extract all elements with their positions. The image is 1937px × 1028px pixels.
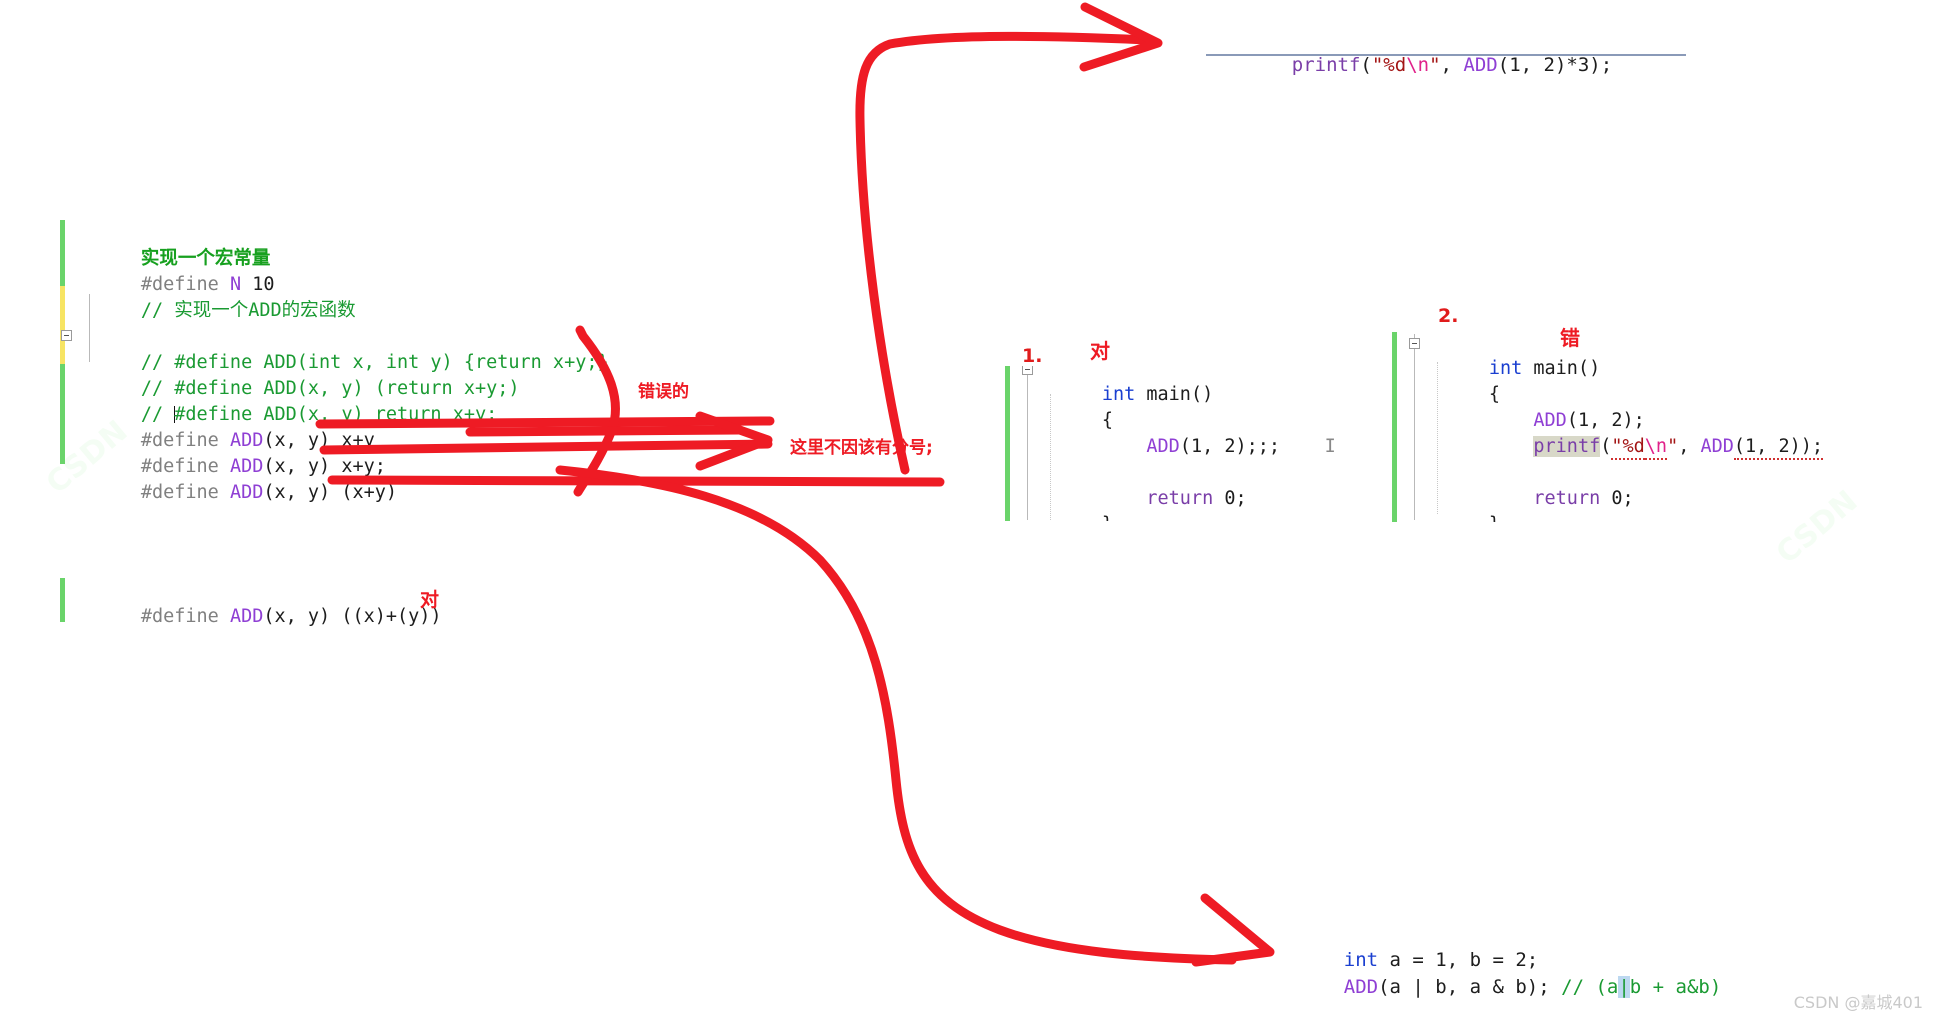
printf-escape-token: \n bbox=[1406, 54, 1430, 76]
ink-underline-define-3 bbox=[327, 475, 945, 487]
code-line-main2-signature: int main() bbox=[1409, 332, 1862, 379]
macro-body-add3: (x, y) (x+y) bbox=[263, 482, 398, 503]
top-printf-snippet: printf("%d\n", ADD(1, 2)*3); bbox=[1206, 20, 1726, 76]
code-line-define-n: #define N 10 bbox=[74, 246, 620, 295]
change-bar-green-bottom bbox=[60, 364, 65, 464]
correct-macro-block: #define ADD(x, y) ((x)+(y)) bbox=[60, 578, 480, 627]
fold-collapse-icon-main-1[interactable] bbox=[1022, 366, 1033, 375]
operator-precedence-block: int a = 1, b = 2; ADD(a | b, a & b); // … bbox=[1298, 920, 1798, 998]
code-line-blank-1 bbox=[74, 298, 620, 324]
code-line-comment-title: 实现一个宏常量 bbox=[74, 220, 620, 269]
code-line-main1-open-brace: { bbox=[1035, 382, 1395, 431]
change-bar-yellow bbox=[60, 286, 65, 364]
section-marker-2: 2. bbox=[1438, 305, 1459, 327]
code-line-main2-blank bbox=[1422, 434, 1862, 460]
code-line-comment-v1: // #define ADD(int x, int y) {return x+y… bbox=[61, 324, 620, 373]
code-line-main1-signature: int main() bbox=[1022, 366, 1395, 405]
close-brace-main-1: } bbox=[1102, 514, 1113, 521]
code-line-main2-open-brace: { bbox=[1422, 356, 1862, 405]
fold-collapse-icon[interactable] bbox=[61, 330, 72, 341]
close-brace-main-2: } bbox=[1489, 514, 1500, 522]
printf-comma: , bbox=[1440, 54, 1464, 76]
fold-rail-main-2 bbox=[1414, 334, 1415, 520]
add-bitwise-args: (a | b, a & b); bbox=[1378, 976, 1562, 998]
printf-fn-token: printf bbox=[1291, 54, 1361, 76]
code-line-add-bitwise: ADD(a | b, a & b); // (a|b + a&b) bbox=[1298, 947, 1798, 998]
main-block-printf: int main() { ADD(1, 2); printf("%d\n", A… bbox=[1392, 332, 1862, 522]
code-line-int-decl: int a = 1, b = 2; bbox=[1298, 920, 1798, 971]
left-macro-block: 实现一个宏常量 #define N 10 // 实现一个ADD的宏函数 // #… bbox=[60, 220, 990, 503]
macro-name-add3: ADD bbox=[229, 482, 264, 503]
code-line-main2-add-call: ADD(1, 2); bbox=[1422, 382, 1862, 431]
annotation-wrong-label: 错误的 bbox=[638, 382, 689, 402]
add-macro-bitwise: ADD bbox=[1343, 976, 1379, 998]
code-line-define-add-2: #define ADD(x, y) x+y; bbox=[74, 428, 620, 477]
change-bar-main-1 bbox=[1005, 366, 1010, 521]
fold-collapse-icon-main-2[interactable] bbox=[1409, 338, 1420, 349]
bitwise-comment-tail: b + a&b) bbox=[1629, 976, 1722, 998]
code-line-main1-add-call: ADD(1, 2);;; I bbox=[1005, 408, 1395, 457]
printf-args: (1, 2)*3); bbox=[1497, 54, 1613, 76]
code-line-define-add-3: #define ADD(x, y) (x+y) bbox=[74, 454, 620, 503]
change-bar-green-top bbox=[60, 220, 65, 286]
printf-string-close: " bbox=[1429, 54, 1441, 76]
printf-format-string: "%d bbox=[1371, 54, 1407, 76]
change-bar-correct-macro bbox=[60, 578, 65, 622]
ink-arrow-semicolon-head bbox=[695, 411, 773, 471]
printf-line: printf("%d\n", ADD(1, 2)*3); bbox=[1246, 20, 1726, 76]
bitwise-comment-head: // (a bbox=[1561, 976, 1619, 998]
current-line-highlight-left bbox=[60, 376, 990, 402]
macro-name-correct: ADD bbox=[229, 606, 264, 627]
printf-open-paren: ( bbox=[1360, 54, 1372, 76]
verdict-correct-bottom-left: 对 bbox=[420, 589, 440, 611]
code-line-main1-close-brace: } bbox=[1035, 486, 1395, 521]
fold-rail-main-1 bbox=[1027, 368, 1028, 520]
bitwise-pipe-selected: | bbox=[1618, 976, 1630, 998]
code-line-comment-v3: // #define ADD(x, y) return x+y; bbox=[60, 376, 990, 425]
code-line-comment-addfn: // 实现一个ADD的宏函数 bbox=[74, 272, 620, 321]
define-keyword-add3: #define bbox=[140, 482, 230, 503]
define-keyword-correct: #define bbox=[140, 606, 230, 627]
main-block-extra-semicolons: int main() { ADD(1, 2);;; I return 0; } bbox=[1005, 366, 1395, 521]
code-line-main2-printf: printf("%d\n", ADD(1, 2)); bbox=[1392, 408, 1862, 460]
current-line-highlight-main-1 bbox=[1005, 408, 1395, 434]
current-line-highlight-main-2 bbox=[1392, 408, 1862, 434]
macro-body-correct: (x, y) ((x)+(y)) bbox=[263, 606, 442, 627]
change-bar-main-2 bbox=[1392, 332, 1397, 522]
code-line-main1-blank bbox=[1035, 434, 1395, 460]
code-line-main1-return: return 0; bbox=[1035, 460, 1395, 509]
csdn-watermark: CSDN @嘉城401 bbox=[1793, 993, 1923, 1012]
code-line-define-add-1: #define ADD(x, y) x+y bbox=[74, 402, 620, 451]
ink-arrow-bottom-head bbox=[1191, 893, 1275, 967]
annotation-semicolon-note: 这里不因该有分号; bbox=[790, 438, 933, 458]
ink-arrow-bottom-path bbox=[555, 465, 1237, 965]
printf-add-macro: ADD bbox=[1463, 54, 1498, 76]
ink-arrow-top-head bbox=[1079, 2, 1163, 72]
section-marker-1: 1. bbox=[1022, 345, 1043, 367]
verdict-correct-section-1: 对 bbox=[1090, 339, 1110, 363]
code-line-main2-close-brace: } bbox=[1422, 486, 1862, 522]
snippet-underline bbox=[1206, 54, 1686, 56]
code-line-comment-v2: // #define ADD(x, y) (return x+y;) bbox=[74, 350, 620, 399]
code-line-main2-return: return 0; bbox=[1422, 460, 1862, 509]
